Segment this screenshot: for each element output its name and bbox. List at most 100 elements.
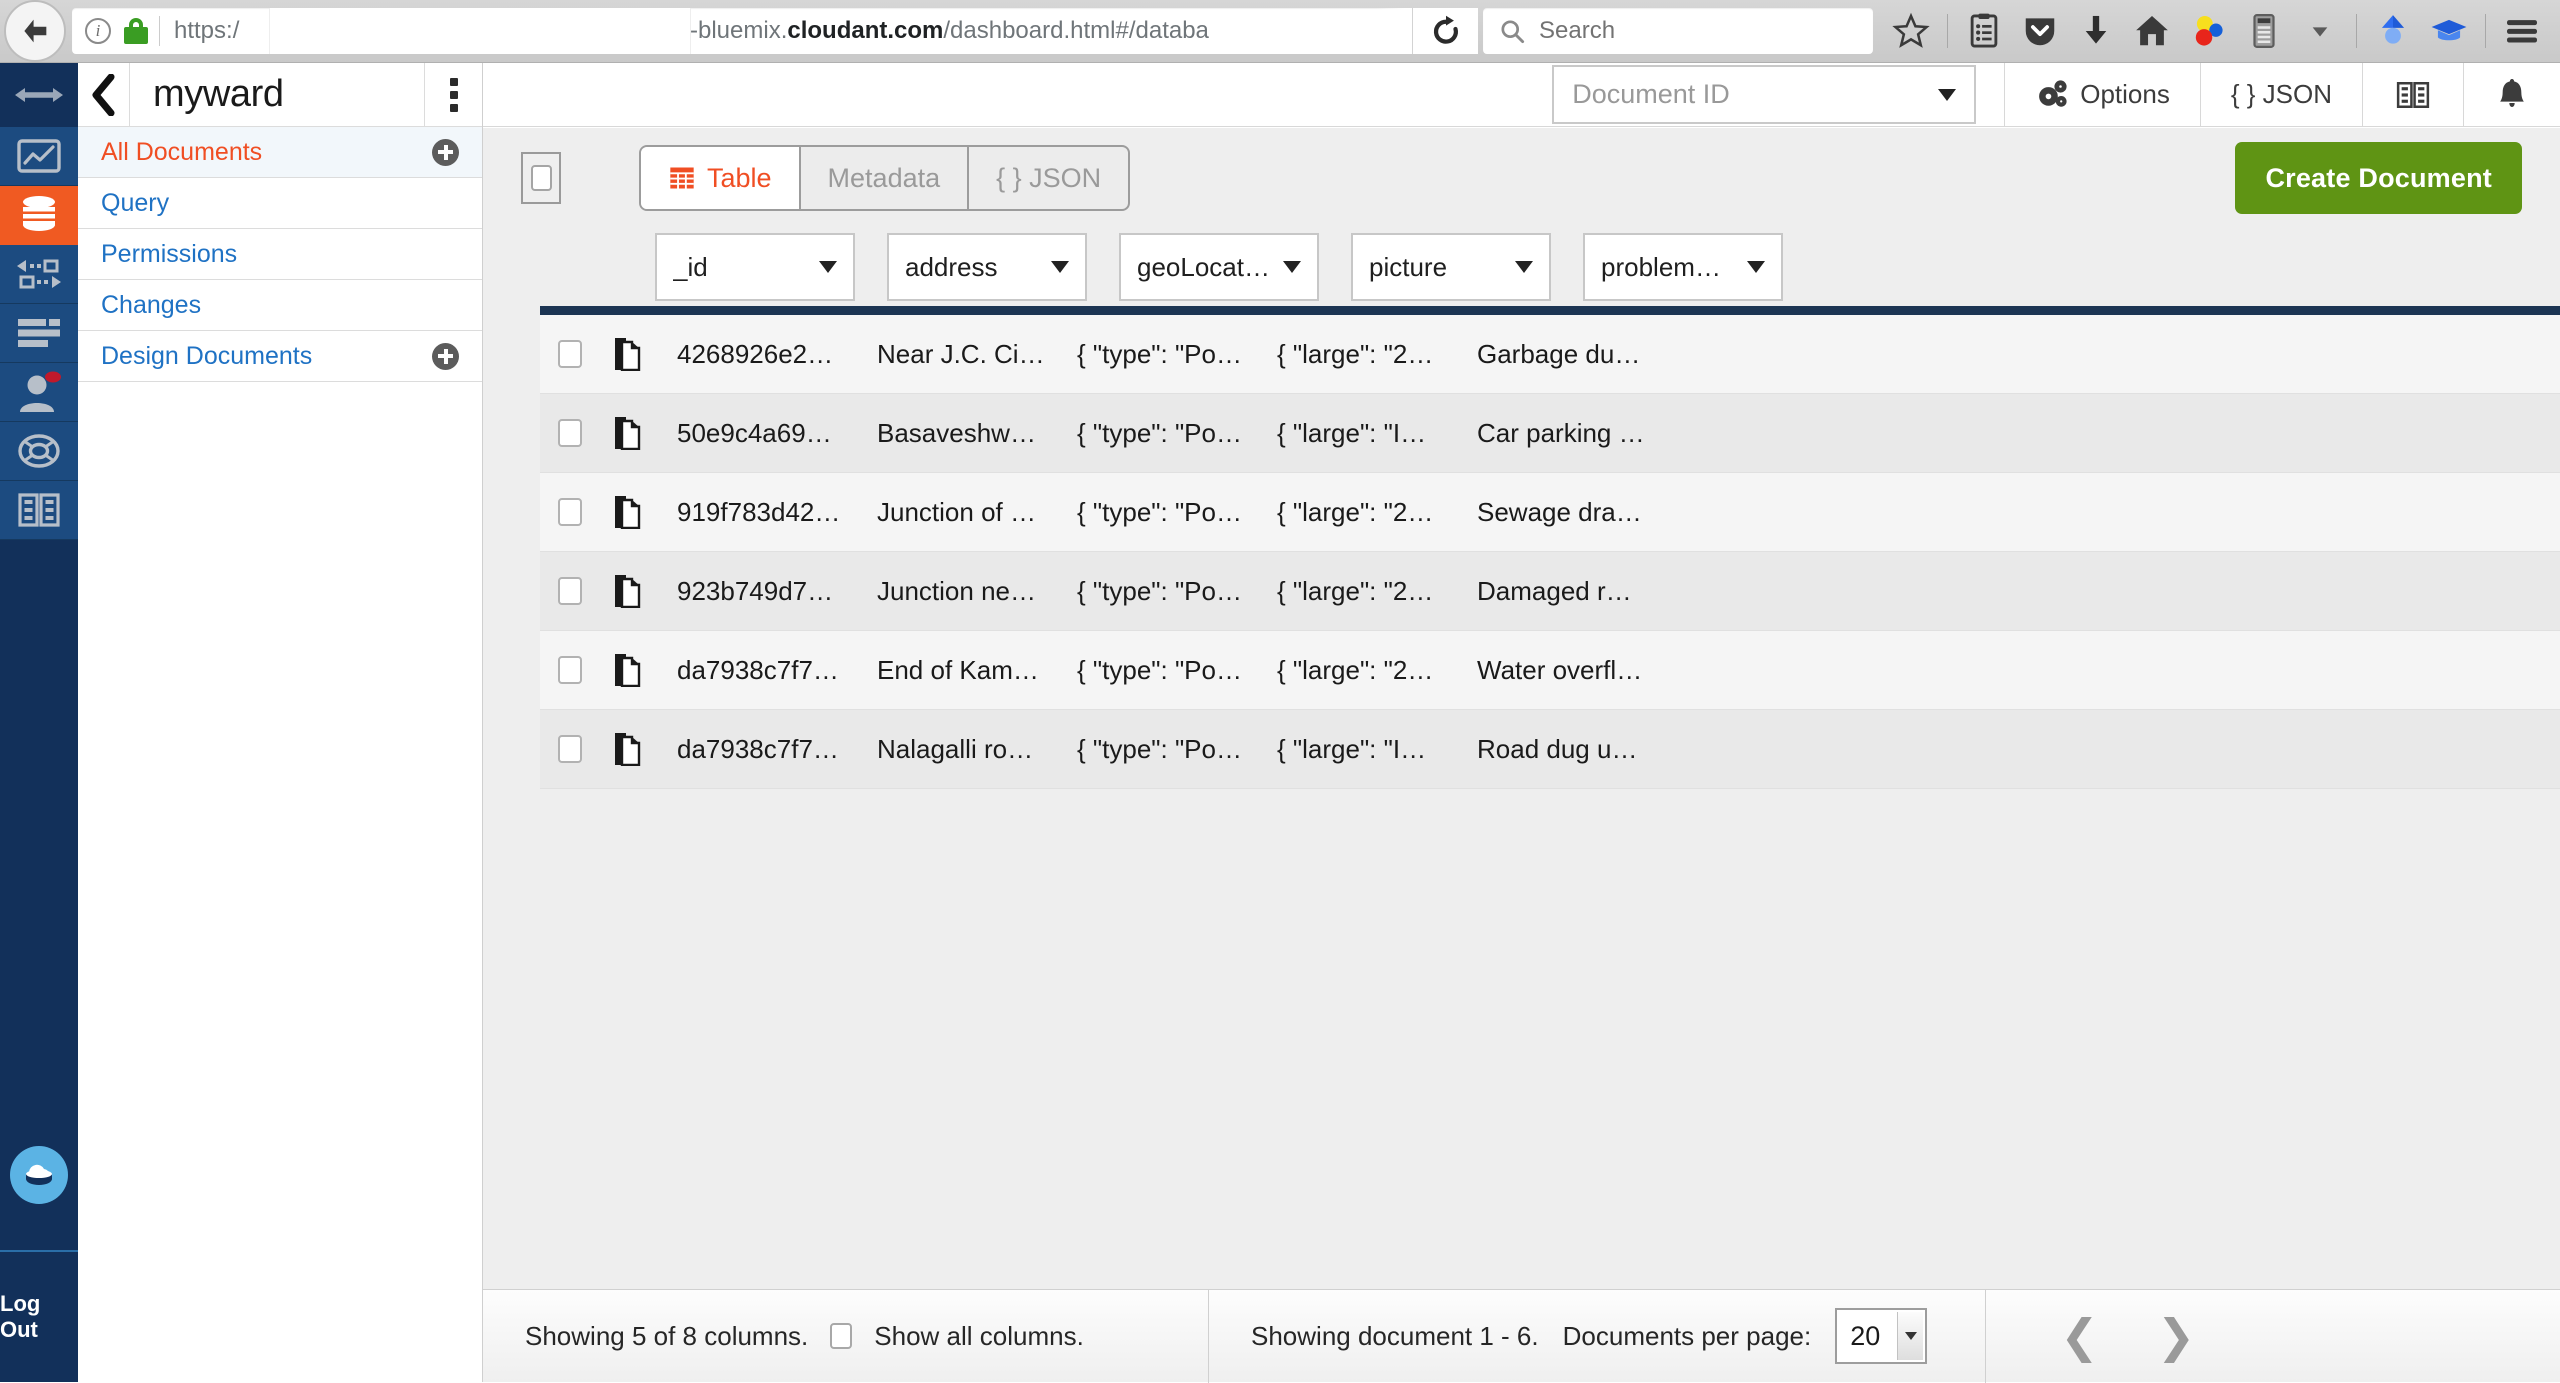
table-cell-address: End of Kammavari P... (877, 654, 1077, 685)
main-toolbar: Document ID Options { } JSON (483, 62, 2560, 127)
secure-lock-icon (124, 18, 148, 44)
table-cell-address: Nalagalli road, Hosa... (877, 733, 1077, 764)
table-cell-address: Basaveshwara Tem... (877, 417, 1077, 448)
toolbar-divider-2 (2356, 14, 2357, 48)
sidebar-item-label: Design Documents (101, 341, 313, 370)
row-checkbox[interactable] (558, 577, 582, 605)
table-row[interactable]: da7938c7f7cd894d9...End of Kammavari P..… (540, 631, 2560, 710)
table-row[interactable]: 50e9c4a69196a0020...Basaveshwara Tem...{… (540, 394, 2560, 473)
logout-label: Log Out (0, 1291, 41, 1342)
site-identity-block[interactable]: i (72, 18, 159, 44)
notifications-button[interactable] (2464, 63, 2560, 127)
balloons-icon[interactable] (2182, 5, 2234, 57)
logout-button[interactable]: Log Out (0, 1250, 78, 1382)
reading-list-icon[interactable] (1958, 5, 2010, 57)
create-document-button[interactable]: Create Document (2235, 142, 2522, 214)
previous-page-chevron[interactable]: ❮ (2060, 1313, 2099, 1359)
address-bar[interactable]: i https:/ -bluemix.cloudant.com/dashboar… (72, 8, 1412, 54)
pocket-icon[interactable] (2014, 5, 2066, 57)
tab-table[interactable]: Table (641, 147, 801, 209)
column-header-address[interactable]: address (887, 233, 1087, 301)
graduation-cap-icon[interactable] (2423, 5, 2475, 57)
bookmark-star-icon[interactable] (1885, 5, 1937, 57)
document-id-select[interactable]: Document ID (1552, 65, 1977, 124)
column-label: problemDescri... (1601, 251, 1739, 282)
add-document-icon[interactable] (432, 138, 459, 166)
documents-per-page-select[interactable]: 20 (1835, 1308, 1928, 1364)
home-icon[interactable] (2126, 5, 2178, 57)
row-checkbox[interactable] (558, 498, 582, 526)
table-row[interactable]: 919f783d42b722588...Junction of Darjipet… (540, 473, 2560, 552)
cloudant-logo[interactable] (0, 1100, 78, 1250)
row-checkbox[interactable] (558, 340, 582, 368)
overflow-caret-icon[interactable] (2294, 5, 2346, 57)
table-cell-picture: { "large": "IMG-2017... (1277, 417, 1477, 448)
rail-item-dashboard[interactable] (0, 127, 78, 186)
row-checkbox[interactable] (558, 735, 582, 763)
table-row[interactable]: 4268926e2a916c45...Near J.C. Circle at t… (540, 315, 2560, 394)
sidebar-item-label: All Documents (101, 137, 263, 166)
table-cell-_id: da7938c7f7cd894d9... (677, 733, 877, 764)
hamburger-menu-icon[interactable] (2496, 5, 2548, 57)
extension-panel-icon[interactable] (2238, 5, 2290, 57)
create-document-label: Create Document (2265, 162, 2492, 193)
row-checkbox[interactable] (558, 419, 582, 447)
sync-diamond-icon[interactable] (2367, 5, 2419, 57)
column-header-picture[interactable]: picture (1351, 233, 1551, 301)
reload-button[interactable] (1412, 8, 1478, 54)
column-header-problemdescription[interactable]: problemDescri... (1583, 233, 1783, 301)
downloads-icon[interactable] (2070, 5, 2122, 57)
more-options-icon[interactable] (424, 62, 482, 127)
chevron-down-icon (1283, 261, 1301, 273)
add-design-document-icon[interactable] (432, 342, 459, 370)
table-cell-picture: { "large": "20171125... (1277, 496, 1477, 527)
rail-resize-handle[interactable] (0, 63, 78, 127)
sidebar-item-label: Changes (101, 290, 202, 319)
table-header-divider (540, 306, 2560, 315)
column-header-geolocation[interactable]: geoLocation (1119, 233, 1319, 301)
footer-pagination-section: Showing document 1 - 6. Documents per pa… (1209, 1289, 2196, 1383)
activity-log-icon (18, 319, 60, 347)
table-row[interactable]: 923b749d781781ea...Junction near Siddh..… (540, 552, 2560, 631)
table-cell-problemdescription: Road dug up for layi... (1477, 733, 1677, 764)
browser-search-box[interactable]: Search (1483, 8, 1873, 54)
row-checkbox[interactable] (558, 656, 582, 684)
table-cell-geolocation: { "type": "Point", "c... (1077, 575, 1277, 606)
rail-item-replication[interactable] (0, 245, 78, 304)
search-icon (1501, 19, 1525, 43)
rail-item-support[interactable] (0, 422, 78, 481)
table-row[interactable]: da7938c7f7cd894d9...Nalagalli road, Hosa… (540, 710, 2560, 789)
table-cell-picture: { "large": "IMG-2017... (1277, 733, 1477, 764)
sidebar-item-all-documents[interactable]: All Documents (78, 127, 482, 178)
browser-back-button[interactable] (4, 0, 66, 62)
rail-item-activity[interactable] (0, 304, 78, 363)
sidebar-back-button[interactable] (78, 62, 130, 127)
options-label: Options (2080, 79, 2170, 109)
row-icon-cell (600, 337, 655, 371)
tab-metadata[interactable]: Metadata (801, 147, 970, 209)
page-info-icon[interactable]: i (85, 18, 111, 44)
sidebar-item-design-documents[interactable]: Design Documents (78, 331, 482, 382)
sidebar-item-changes[interactable]: Changes (78, 280, 482, 331)
url-text[interactable]: https:/ -bluemix.cloudant.com/dashboard.… (160, 8, 1412, 54)
rail-item-account[interactable] (0, 363, 78, 422)
browser-extension-icons (1873, 5, 2560, 57)
column-header-id[interactable]: _id (655, 233, 855, 301)
view-mode-tabs: Table Metadata { } JSON (639, 145, 1131, 211)
options-button[interactable]: Options (2005, 63, 2200, 127)
sidebar-item-permissions[interactable]: Permissions (78, 229, 482, 280)
databases-icon (23, 196, 55, 231)
docs-book-icon (18, 493, 60, 527)
rail-item-documentation[interactable] (0, 481, 78, 540)
json-view-button[interactable]: { } JSON (2201, 63, 2362, 127)
show-all-columns-checkbox[interactable] (830, 1323, 853, 1349)
next-page-chevron[interactable]: ❯ (2157, 1313, 2196, 1359)
tab-json[interactable]: { } JSON (969, 147, 1128, 209)
rail-item-databases[interactable] (0, 186, 78, 245)
document-icon (614, 496, 640, 529)
select-all-checkbox[interactable] (521, 152, 561, 204)
sidebar-item-query[interactable]: Query (78, 178, 482, 229)
column-label: address (905, 251, 998, 282)
table-grid-icon (670, 167, 694, 189)
documentation-button[interactable] (2363, 63, 2463, 127)
